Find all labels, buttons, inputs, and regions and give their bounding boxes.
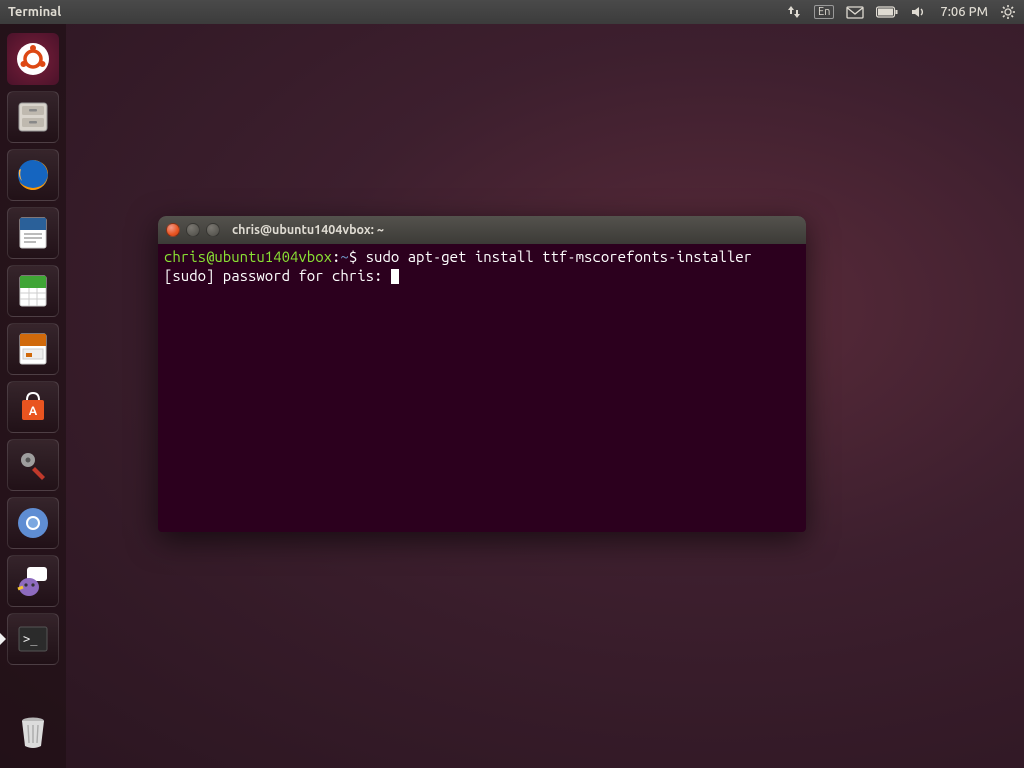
envelope-icon <box>846 5 864 20</box>
launcher-settings[interactable] <box>7 439 59 491</box>
prompt-path: ~ <box>340 248 348 265</box>
pidgin-icon <box>13 561 53 601</box>
trash-icon <box>11 710 55 754</box>
sound-indicator[interactable] <box>910 4 926 20</box>
terminal-line-1: chris@ubuntu1404vbox:~$ sudo apt-get ins… <box>164 248 800 267</box>
launcher-impress[interactable] <box>7 323 59 375</box>
terminal-titlebar[interactable]: chris@ubuntu1404vbox: ~ <box>158 216 806 244</box>
messages-indicator[interactable] <box>846 5 864 20</box>
active-app-name: Terminal <box>8 5 61 19</box>
launcher-firefox[interactable] <box>7 149 59 201</box>
chromium-icon <box>13 503 53 543</box>
launcher-dash[interactable] <box>7 33 59 85</box>
launcher-software-center[interactable]: A <box>7 381 59 433</box>
wrench-gear-icon <box>13 445 53 485</box>
keyboard-label: En <box>818 6 830 18</box>
sudo-password-prompt: [sudo] password for chris: <box>164 267 391 284</box>
terminal-window[interactable]: chris@ubuntu1404vbox: ~ chris@ubuntu1404… <box>158 216 806 532</box>
command-text: sudo apt-get install ttf-mscorefonts-ins… <box>366 248 752 265</box>
shopping-bag-icon: A <box>13 387 53 427</box>
keyboard-indicator[interactable]: En <box>814 5 834 19</box>
svg-text:>_: >_ <box>23 632 38 646</box>
volume-icon <box>910 4 926 20</box>
svg-text:A: A <box>29 405 38 418</box>
terminal-title: chris@ubuntu1404vbox: ~ <box>232 223 384 237</box>
gear-icon <box>1000 4 1016 20</box>
launcher-pidgin[interactable] <box>7 555 59 607</box>
launcher-files[interactable] <box>7 91 59 143</box>
window-minimize-button[interactable] <box>186 223 200 237</box>
launcher: A >_ <box>0 24 66 768</box>
network-indicator[interactable] <box>786 4 802 20</box>
file-cabinet-icon <box>13 97 53 137</box>
terminal-cursor <box>391 269 399 284</box>
terminal-body[interactable]: chris@ubuntu1404vbox:~$ sudo apt-get ins… <box>158 244 806 290</box>
clock[interactable]: 7:06 PM <box>940 5 988 19</box>
impress-icon <box>13 329 53 369</box>
launcher-writer[interactable] <box>7 207 59 259</box>
battery-icon <box>876 6 898 18</box>
session-indicator[interactable] <box>1000 4 1016 20</box>
updown-arrows-icon <box>786 4 802 20</box>
ubuntu-logo-icon <box>13 39 53 79</box>
window-maximize-button[interactable] <box>206 223 220 237</box>
launcher-trash[interactable] <box>7 706 59 758</box>
calc-icon <box>13 271 53 311</box>
battery-indicator[interactable] <box>876 6 898 18</box>
firefox-icon <box>13 155 53 195</box>
window-close-button[interactable] <box>166 223 180 237</box>
terminal-icon: >_ <box>13 619 53 659</box>
launcher-terminal[interactable]: >_ <box>7 613 59 665</box>
prompt-suffix: $ <box>349 248 357 265</box>
launcher-calc[interactable] <box>7 265 59 317</box>
top-panel: Terminal En 7:06 PM <box>0 0 1024 24</box>
launcher-chromium[interactable] <box>7 497 59 549</box>
writer-icon <box>13 213 53 253</box>
terminal-line-2: [sudo] password for chris: <box>164 267 800 286</box>
prompt-userhost: chris@ubuntu1404vbox <box>164 248 332 265</box>
